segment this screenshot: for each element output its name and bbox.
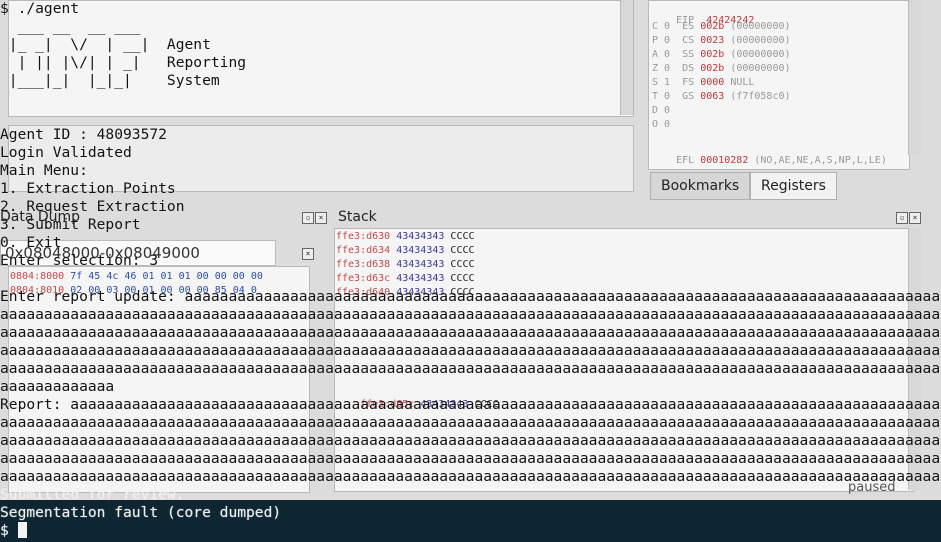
terminal-line: 1. Extraction Points: [0, 180, 176, 197]
terminal-line: aaaaaaaaaaaaaaaaaaaaaaaaaaaaaaaaaaaaaaaa…: [0, 450, 941, 467]
terminal-line: ___ __ __ ___: [0, 18, 141, 35]
terminal-line: Segmentation fault (core dumped): [0, 504, 282, 521]
terminal-line: | || |\/| | _| Reporting: [0, 54, 247, 71]
terminal-line: Main Menu:: [0, 162, 88, 179]
terminal-line: $: [0, 522, 941, 540]
terminal-line: |_ _| \/ | __| Agent: [0, 36, 211, 53]
terminal-line: 2. Request Extraction: [0, 198, 185, 215]
terminal-line: aaaaaaaaaaaaaaaaaaaaaaaaaaaaaaaaaaaaaaaa…: [0, 360, 941, 377]
terminal-line: Enter report update: aaaaaaaaaaaaaaaaaaa…: [0, 288, 941, 305]
terminal-line: Report: aaaaaaaaaaaaaaaaaaaaaaaaaaaaaaaa…: [0, 396, 941, 413]
terminal-line: 3. Submit Report: [0, 216, 141, 233]
terminal-output: $ ./agent ___ __ __ ___ |_ _| \/ | __| A…: [0, 0, 941, 540]
terminal-line: aaaaaaaaaaaaaaaaaaaaaaaaaaaaaaaaaaaaaaaa…: [0, 306, 941, 323]
terminal-line: aaaaaaaaaaaaaaaaaaaaaaaaaaaaaaaaaaaaaaaa…: [0, 324, 941, 341]
terminal-line: aaaaaaaaaaaaaaaaaaaaaaaaaaaaaaaaaaaaaaaa…: [0, 432, 941, 449]
terminal-line: aaaaaaaaaaaaaaaaaaaaaaaaaaaaaaaaaaaaaaaa…: [0, 342, 941, 359]
terminal-line: aaaaaaaaaaaaa: [0, 378, 115, 395]
terminal-line: $ ./agent: [0, 0, 80, 17]
terminal-line: Enter selection: 3: [0, 252, 159, 269]
terminal-cursor: [17, 522, 27, 538]
terminal-line: Submitted for review.: [0, 486, 185, 503]
terminal-line: |___|_| |_|_| System: [0, 72, 220, 89]
terminal-line: Login Validated: [0, 144, 132, 161]
terminal-window[interactable]: $ ./agent ___ __ __ ___ |_ _| \/ | __| A…: [0, 0, 941, 542]
terminal-line: aaaaaaaaaaaaaaaaaaaaaaaaaaaaaaaaaaaaaaaa…: [0, 414, 941, 431]
terminal-line: 0. Exit: [0, 234, 62, 251]
terminal-line: Agent ID : 48093572: [0, 126, 167, 143]
terminal-line: aaaaaaaaaaaaaaaaaaaaaaaaaaaaaaaaaaaaaaaa…: [0, 468, 941, 485]
